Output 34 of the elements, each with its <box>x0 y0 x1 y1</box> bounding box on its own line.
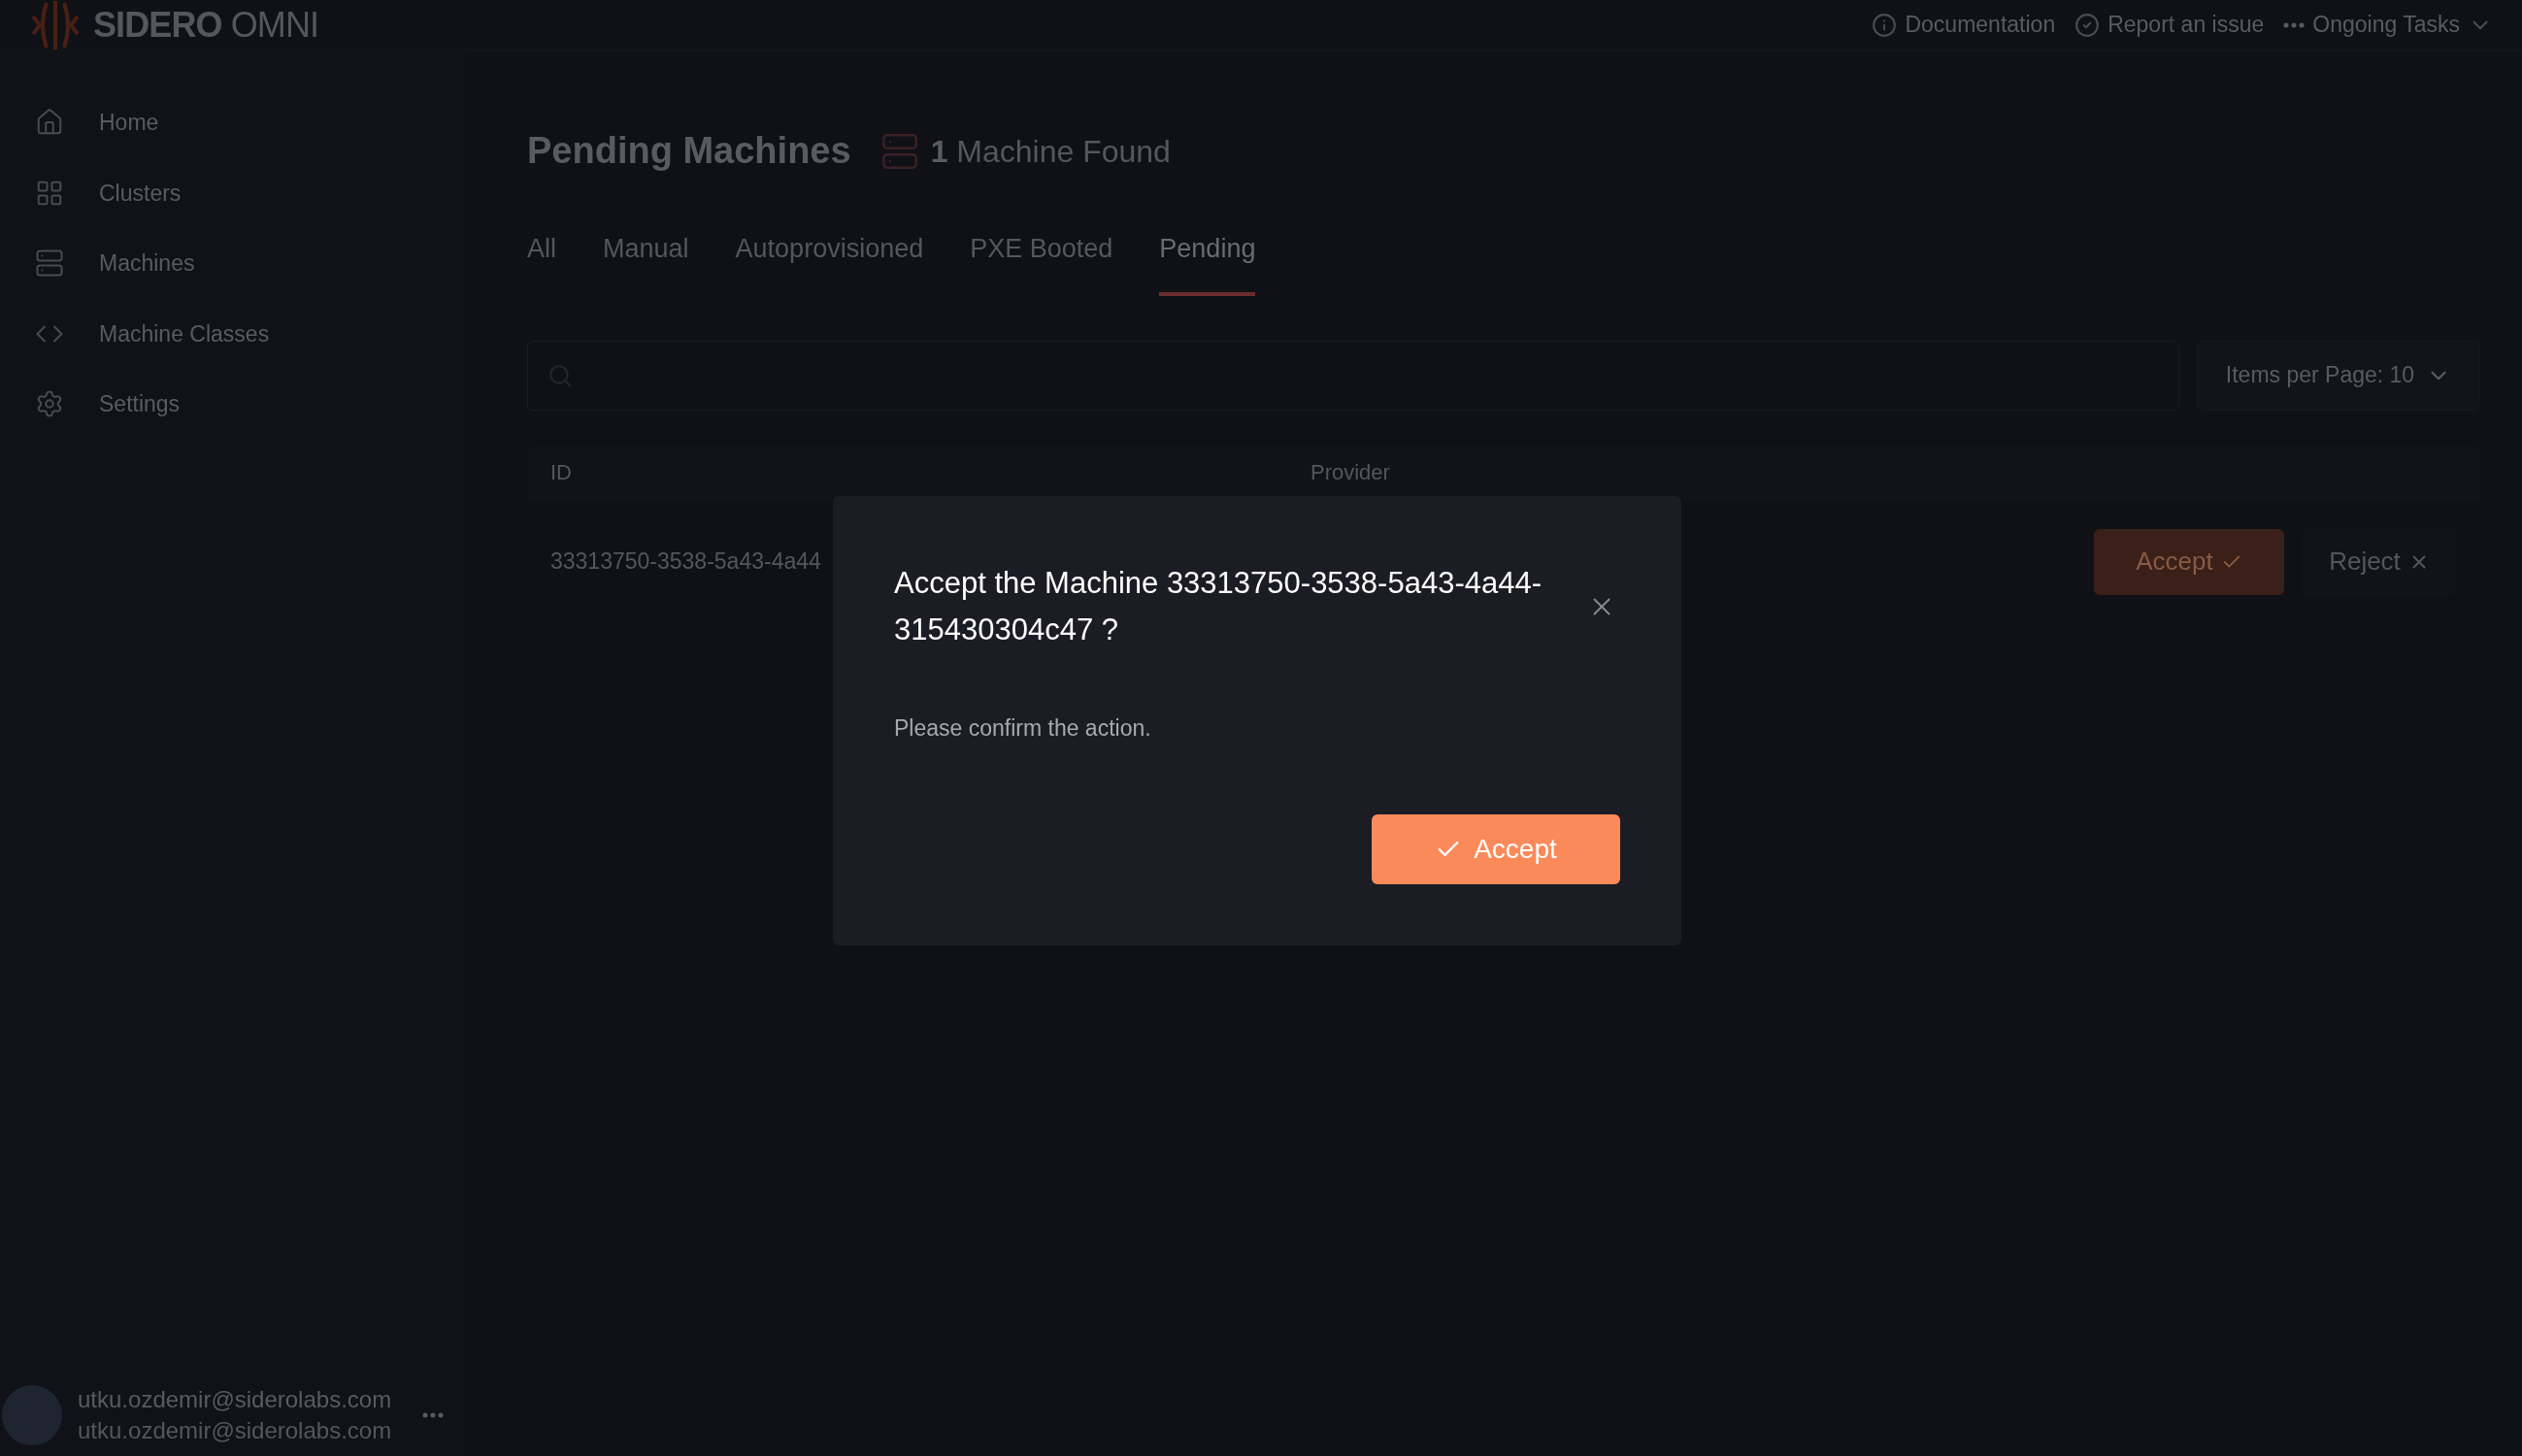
tab[interactable]: Pending <box>1159 229 1256 296</box>
header-link[interactable]: Documentation <box>1905 8 2056 42</box>
tab[interactable]: Autoprovisioned <box>735 229 924 296</box>
header-link[interactable]: Ongoing Tasks <box>2312 8 2460 42</box>
accept-button[interactable]: Accept <box>2094 528 2284 595</box>
user-name: utku.ozdemir@siderolabs.com <box>78 1385 392 1414</box>
column-header: ID <box>550 459 573 486</box>
column-header: Provider <box>1311 459 1390 486</box>
server-icon <box>879 131 919 171</box>
dots-icon <box>2283 21 2306 28</box>
sidebar-item[interactable]: Home <box>99 106 159 140</box>
accept-button[interactable]: Accept <box>1372 814 1620 884</box>
user-email: utku.ozdemir@siderolabs.com <box>78 1416 392 1445</box>
logo-text: SIDERO OMNI <box>93 3 319 47</box>
check-circle-icon <box>2074 12 2101 38</box>
logo-icon <box>29 0 82 51</box>
items-per-page-dropdown[interactable]: Items per Page: 10 <box>2197 340 2480 411</box>
machine-count: 1 Machine Found <box>930 132 1171 171</box>
more-icon[interactable] <box>422 1412 445 1418</box>
sidebar-item[interactable]: Settings <box>99 387 181 421</box>
info-icon <box>1872 12 1898 38</box>
tab[interactable]: Manual <box>603 229 689 296</box>
tab[interactable]: All <box>527 229 556 296</box>
sidebar-item[interactable]: Machines <box>99 247 195 281</box>
sidebar-item[interactable]: Clusters <box>99 176 182 210</box>
settings-icon <box>35 389 64 419</box>
sidebar-item[interactable]: Machine Classes <box>99 316 270 350</box>
header-link[interactable]: Report an issue <box>2107 8 2265 42</box>
page-title: Pending Machines <box>527 129 851 173</box>
dialog-message: Please confirm the action. <box>894 714 1152 743</box>
table-cell-text: 33313750-3538-5a43-4a44 <box>550 547 821 577</box>
server-icon <box>35 248 64 279</box>
tab[interactable]: PXE Booted <box>970 229 1113 296</box>
dialog-title: Accept the Machine 33313750-3538-5a43-4a44-315430304c47 ? <box>894 565 1543 648</box>
